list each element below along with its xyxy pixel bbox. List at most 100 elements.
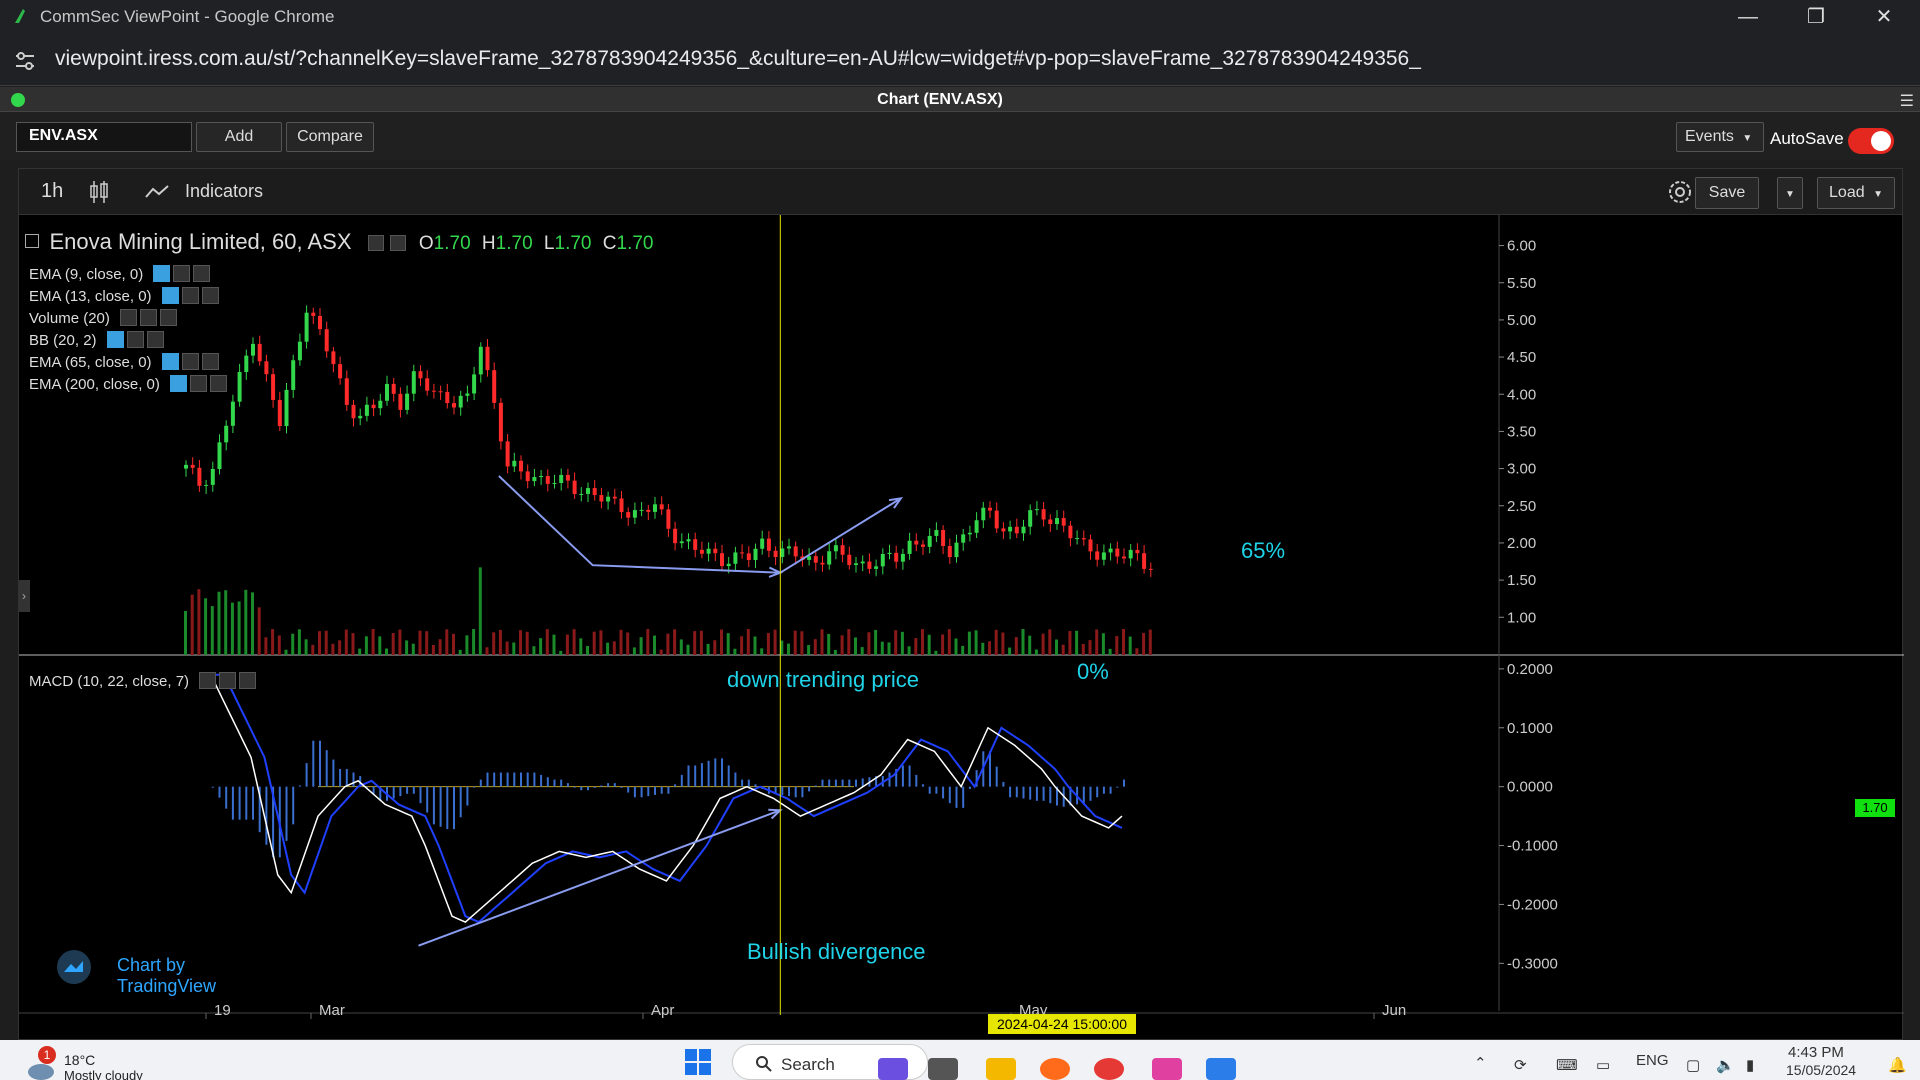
volume-bar bbox=[492, 632, 496, 655]
candle-body bbox=[954, 542, 959, 558]
indicator-ema-65[interactable]: EMA (65, close, 0) bbox=[29, 353, 219, 371]
eye-icon[interactable] bbox=[106, 331, 124, 348]
candle-body bbox=[1135, 549, 1140, 554]
settings-icon[interactable] bbox=[181, 353, 199, 370]
indicator-volume[interactable]: Volume (20) bbox=[29, 309, 177, 327]
snipping-tool-icon[interactable] bbox=[1152, 1058, 1182, 1080]
legend-more-icon[interactable] bbox=[390, 235, 407, 251]
close-icon[interactable]: ✕ bbox=[1854, 2, 1914, 32]
eye-icon[interactable] bbox=[153, 265, 171, 282]
sync-icon[interactable]: ⟳ bbox=[1514, 1056, 1527, 1074]
indicators-icon[interactable] bbox=[144, 181, 170, 203]
remove-icon[interactable] bbox=[146, 331, 164, 348]
candle-body bbox=[197, 467, 202, 486]
menu-icon[interactable]: ☰ bbox=[1900, 91, 1914, 111]
volume-bar bbox=[425, 631, 429, 655]
eye-icon[interactable] bbox=[161, 287, 179, 304]
indicator-bb[interactable]: BB (20, 2) bbox=[29, 331, 164, 349]
autosave-toggle[interactable] bbox=[1848, 128, 1894, 154]
legend-collapse-icon[interactable] bbox=[25, 234, 39, 248]
legend-settings-icon[interactable] bbox=[367, 235, 384, 251]
load-dropdown[interactable]: Load ▼ bbox=[1817, 177, 1895, 209]
volume-bar bbox=[498, 629, 502, 655]
clock-date[interactable]: 15/05/2024 bbox=[1786, 1062, 1856, 1078]
save-options-dropdown[interactable]: ▼ bbox=[1777, 177, 1803, 209]
eye-icon[interactable] bbox=[169, 375, 187, 392]
compare-button[interactable]: Compare bbox=[286, 122, 374, 152]
settings-icon[interactable] bbox=[139, 309, 157, 326]
indicator-ema-200[interactable]: EMA (200, close, 0) bbox=[29, 375, 227, 393]
firefox-icon[interactable] bbox=[1040, 1058, 1070, 1080]
chart-plot[interactable]: 6.00 5.50 5.00 4.50 4.00 3.50 3.00 2.50 2.00 1.50… bbox=[19, 215, 1904, 1041]
indicator-macd[interactable]: MACD (10, 22, close, 7) bbox=[29, 672, 257, 690]
symbol-input[interactable]: ENV.ASX bbox=[16, 122, 192, 152]
macd-histogram-bar bbox=[466, 786, 469, 806]
eye-icon[interactable] bbox=[119, 309, 137, 326]
candle-body bbox=[452, 403, 456, 408]
candle-body bbox=[224, 425, 229, 443]
indicator-ema-9[interactable]: EMA (9, close, 0) bbox=[29, 265, 211, 283]
remove-icon[interactable] bbox=[239, 672, 257, 689]
settings-icon[interactable] bbox=[189, 375, 207, 392]
indicators-button[interactable]: Indicators bbox=[185, 181, 263, 202]
macd-histogram-bar bbox=[714, 758, 717, 787]
macd-histogram-bar bbox=[493, 772, 496, 787]
candle-body bbox=[1108, 548, 1113, 553]
network-icon[interactable]: ▢ bbox=[1686, 1056, 1700, 1074]
keyboard-icon[interactable]: ⌨ bbox=[1556, 1056, 1578, 1074]
display-icon[interactable]: ▭ bbox=[1596, 1056, 1610, 1074]
events-label: Events bbox=[1685, 128, 1734, 145]
restore-icon[interactable]: ❐ bbox=[1786, 2, 1846, 32]
url-text[interactable]: viewpoint.iress.com.au/st/?channelKey=sl… bbox=[55, 47, 1421, 71]
battery-icon[interactable]: ▮ bbox=[1746, 1056, 1754, 1074]
chrome-icon[interactable] bbox=[1094, 1058, 1124, 1080]
load-label: Load bbox=[1829, 184, 1865, 201]
gear-icon[interactable] bbox=[1665, 177, 1695, 207]
remove-icon[interactable] bbox=[201, 287, 219, 304]
save-button[interactable]: Save bbox=[1695, 177, 1759, 209]
volume-bar bbox=[291, 633, 295, 655]
remove-icon[interactable] bbox=[209, 375, 227, 392]
volume-bar bbox=[344, 629, 348, 655]
indicator-ema-13[interactable]: EMA (13, close, 0) bbox=[29, 287, 219, 305]
volume-bar bbox=[385, 648, 388, 655]
language-indicator[interactable]: ENG bbox=[1636, 1052, 1669, 1069]
volume-bar bbox=[887, 642, 891, 655]
remove-icon[interactable] bbox=[193, 265, 211, 282]
minimize-icon[interactable]: — bbox=[1718, 2, 1778, 32]
clock-time[interactable]: 4:43 PM bbox=[1788, 1044, 1844, 1061]
eye-icon[interactable] bbox=[161, 353, 179, 370]
events-dropdown[interactable]: Events ▼ bbox=[1676, 122, 1764, 152]
settings-icon[interactable] bbox=[126, 331, 144, 348]
settings-icon[interactable] bbox=[219, 672, 237, 689]
candles-icon[interactable] bbox=[87, 179, 111, 205]
side-panel-toggle[interactable]: › bbox=[18, 580, 30, 612]
volume-icon[interactable]: 🔈 bbox=[1716, 1056, 1735, 1074]
task-view-icon[interactable] bbox=[928, 1058, 958, 1080]
remove-icon[interactable] bbox=[159, 309, 177, 326]
tradingview-brand[interactable]: Chart by TradingView bbox=[39, 944, 279, 996]
volume-bar bbox=[927, 634, 931, 655]
candle-body bbox=[1028, 510, 1033, 527]
macd-histogram-bar bbox=[928, 786, 931, 794]
candle-body bbox=[579, 493, 584, 495]
interval-selector[interactable]: 1h bbox=[41, 180, 63, 203]
macd-histogram-bar bbox=[801, 786, 804, 798]
notification-bell-icon[interactable]: 🔔 bbox=[1888, 1056, 1907, 1074]
remove-icon[interactable] bbox=[201, 353, 219, 370]
site-info-icon[interactable] bbox=[12, 48, 38, 74]
candle-body bbox=[967, 532, 972, 535]
chevron-up-icon[interactable]: ⌃ bbox=[1474, 1054, 1487, 1072]
candle-body bbox=[586, 488, 590, 494]
photos-icon[interactable] bbox=[1206, 1058, 1236, 1080]
settings-icon[interactable] bbox=[173, 265, 191, 282]
add-button[interactable]: Add bbox=[196, 122, 282, 152]
file-explorer-icon[interactable] bbox=[986, 1058, 1016, 1080]
candle-body bbox=[679, 541, 684, 544]
weather-widget[interactable]: 1 18°C Mostly cloudy bbox=[16, 1046, 176, 1080]
copilot-icon[interactable] bbox=[878, 1058, 908, 1080]
eye-icon[interactable] bbox=[199, 672, 217, 689]
settings-icon[interactable] bbox=[181, 287, 199, 304]
windows-start-icon[interactable] bbox=[684, 1048, 712, 1076]
candle-body bbox=[311, 312, 316, 316]
